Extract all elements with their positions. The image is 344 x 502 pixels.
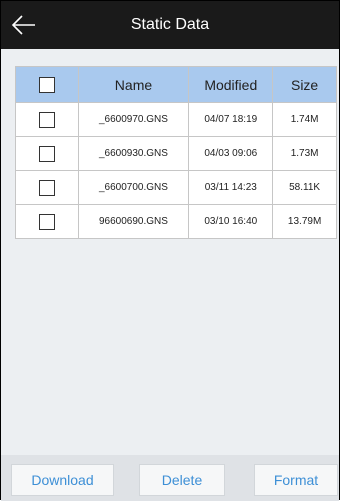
download-button[interactable]: Download xyxy=(11,464,114,496)
column-header-name[interactable]: Name xyxy=(77,66,190,103)
select-all-checkbox[interactable] xyxy=(38,77,55,94)
file-list-area: Name Modified Size _6600970.GNS 04/07 18… xyxy=(1,49,339,455)
delete-button[interactable]: Delete xyxy=(139,464,225,496)
file-modified: 03/11 14:23 xyxy=(188,170,274,205)
file-size: 1.74M xyxy=(272,102,337,137)
row-checkbox-cell xyxy=(15,136,79,171)
file-modified: 04/07 18:19 xyxy=(188,102,274,137)
file-modified: 04/03 09:06 xyxy=(188,136,274,171)
row-checkbox-cell xyxy=(15,170,79,205)
column-header-modified[interactable]: Modified xyxy=(188,66,274,103)
file-size: 13.79M xyxy=(272,204,337,239)
select-all-cell xyxy=(15,66,79,103)
file-size: 58.11K xyxy=(272,170,337,205)
row-checkbox[interactable] xyxy=(38,145,55,162)
file-name: _6600700.GNS xyxy=(77,170,190,205)
row-checkbox[interactable] xyxy=(38,179,55,196)
title-bar: Static Data xyxy=(1,1,339,49)
file-name: _6600930.GNS xyxy=(77,136,190,171)
action-bar: Download Delete Format xyxy=(1,455,339,501)
format-button[interactable]: Format xyxy=(254,464,338,496)
app-frame: Static Data Name Modified Size _6600970.… xyxy=(0,0,340,501)
file-name: _6600970.GNS xyxy=(77,102,190,137)
file-modified: 03/10 16:40 xyxy=(188,204,274,239)
page-title: Static Data xyxy=(130,16,210,33)
file-name: 96600690.GNS xyxy=(77,204,190,239)
table-row[interactable]: _6600970.GNS 04/07 18:19 1.74M xyxy=(15,102,337,137)
table-row[interactable]: 96600690.GNS 03/10 16:40 13.79M xyxy=(15,204,337,239)
table-row[interactable]: _6600930.GNS 04/03 09:06 1.73M xyxy=(15,136,337,171)
table-row[interactable]: _6600700.GNS 03/11 14:23 58.11K xyxy=(15,170,337,205)
row-checkbox-cell xyxy=(15,204,79,239)
table-header-row: Name Modified Size xyxy=(15,66,337,103)
file-size: 1.73M xyxy=(272,136,337,171)
row-checkbox-cell xyxy=(15,102,79,137)
file-table: Name Modified Size _6600970.GNS 04/07 18… xyxy=(15,66,337,239)
column-header-size[interactable]: Size xyxy=(272,66,337,103)
row-checkbox[interactable] xyxy=(38,111,55,128)
row-checkbox[interactable] xyxy=(38,213,55,230)
